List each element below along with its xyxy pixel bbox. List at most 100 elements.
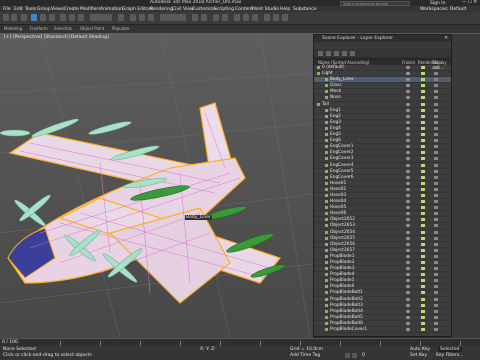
visibility-icon[interactable] bbox=[406, 193, 410, 197]
menu-graph-editors[interactable]: Graph Editors bbox=[122, 7, 153, 12]
visibility-icon[interactable] bbox=[406, 66, 410, 69]
freeze-icon[interactable] bbox=[434, 126, 438, 130]
curve-editor-icon[interactable] bbox=[234, 14, 240, 21]
renderable-icon[interactable] bbox=[421, 108, 425, 112]
freeze-icon[interactable] bbox=[434, 102, 438, 106]
visibility-icon[interactable] bbox=[406, 206, 410, 210]
freeze-icon[interactable] bbox=[434, 315, 438, 319]
visibility-icon[interactable] bbox=[406, 303, 410, 307]
visibility-icon[interactable] bbox=[406, 291, 410, 295]
window-controls[interactable]: — ☐ ✕ bbox=[462, 0, 477, 5]
visibility-icon[interactable] bbox=[406, 84, 410, 88]
freeze-icon[interactable] bbox=[434, 200, 438, 204]
visibility-icon[interactable] bbox=[406, 212, 410, 216]
ribbon-tab-freeform[interactable]: Freeform bbox=[30, 26, 48, 31]
freeze-icon[interactable] bbox=[434, 254, 438, 258]
visibility-icon[interactable] bbox=[406, 120, 410, 124]
next-frame-icon[interactable] bbox=[352, 353, 357, 358]
visibility-icon[interactable] bbox=[406, 218, 410, 222]
renderable-icon[interactable] bbox=[421, 151, 425, 155]
freeze-icon[interactable] bbox=[434, 139, 438, 143]
visibility-icon[interactable] bbox=[406, 309, 410, 313]
freeze-icon[interactable] bbox=[434, 181, 438, 185]
renderable-icon[interactable] bbox=[421, 181, 425, 185]
renderable-icon[interactable] bbox=[421, 291, 425, 295]
renderable-icon[interactable] bbox=[421, 248, 425, 252]
renderable-icon[interactable] bbox=[421, 328, 425, 332]
align-icon[interactable] bbox=[201, 14, 207, 21]
visibility-icon[interactable] bbox=[406, 145, 410, 149]
schematic-icon[interactable] bbox=[243, 14, 249, 21]
renderable-icon[interactable] bbox=[421, 236, 425, 240]
renderable-icon[interactable] bbox=[421, 145, 425, 149]
renderable-icon[interactable] bbox=[421, 90, 425, 94]
freeze-icon[interactable] bbox=[434, 224, 438, 228]
renderable-icon[interactable] bbox=[421, 78, 425, 82]
visibility-icon[interactable] bbox=[406, 175, 410, 179]
freeze-icon[interactable] bbox=[434, 193, 438, 197]
undo-icon[interactable] bbox=[3, 14, 9, 21]
visibility-icon[interactable] bbox=[406, 230, 410, 234]
move-icon[interactable] bbox=[60, 14, 66, 21]
frame-field[interactable]: 0 bbox=[362, 353, 365, 358]
freeze-icon[interactable] bbox=[434, 261, 438, 264]
visibility-icon[interactable] bbox=[406, 261, 410, 264]
set-key-button[interactable]: Set Key bbox=[410, 353, 427, 358]
pivot-icon[interactable] bbox=[118, 14, 124, 21]
redo-icon[interactable] bbox=[11, 14, 17, 21]
freeze-icon[interactable] bbox=[434, 291, 438, 295]
column-frozen[interactable]: Frozen bbox=[402, 60, 415, 65]
menu-tools[interactable]: Tools bbox=[25, 7, 36, 12]
freeze-icon[interactable] bbox=[434, 236, 438, 240]
menu-animation[interactable]: Animation bbox=[100, 7, 123, 12]
menu-group[interactable]: Group bbox=[37, 7, 51, 12]
renderable-icon[interactable] bbox=[421, 267, 425, 271]
freeze-icon[interactable] bbox=[434, 84, 438, 88]
menu-create[interactable]: Create bbox=[64, 7, 79, 12]
freeze-icon[interactable] bbox=[434, 72, 438, 76]
menu-modifiers[interactable]: Modifiers bbox=[80, 7, 101, 12]
freeze-icon[interactable] bbox=[434, 145, 438, 149]
visibility-icon[interactable] bbox=[406, 187, 410, 191]
renderable-icon[interactable] bbox=[421, 187, 425, 191]
viewport-label[interactable]: [+] [Perspective] [Standard] [Default Sh… bbox=[4, 35, 109, 40]
freeze-icon[interactable] bbox=[434, 96, 438, 100]
renderable-icon[interactable] bbox=[421, 133, 425, 137]
freeze-icon[interactable] bbox=[434, 108, 438, 112]
visibility-icon[interactable] bbox=[406, 267, 410, 271]
filter-icon[interactable] bbox=[318, 51, 323, 56]
renderable-icon[interactable] bbox=[421, 175, 425, 179]
add-layer-icon[interactable] bbox=[342, 51, 347, 56]
visibility-icon[interactable] bbox=[406, 163, 410, 167]
renderable-icon[interactable] bbox=[421, 261, 425, 264]
freeze-icon[interactable] bbox=[434, 206, 438, 210]
menu-views[interactable]: Views bbox=[51, 7, 64, 12]
freeze-icon[interactable] bbox=[434, 175, 438, 179]
scale-icon[interactable] bbox=[78, 14, 84, 21]
freeze-icon[interactable] bbox=[434, 151, 438, 155]
menu-edit[interactable]: Edit bbox=[14, 7, 23, 12]
layer-row[interactable]: PropBladeCover1 bbox=[314, 327, 451, 334]
renderable-icon[interactable] bbox=[421, 139, 425, 143]
visibility-icon[interactable] bbox=[406, 169, 410, 173]
renderable-icon[interactable] bbox=[421, 309, 425, 313]
reference-coord-dropdown[interactable] bbox=[90, 14, 112, 21]
key-filters-button[interactable]: Key Filters... bbox=[436, 353, 463, 358]
angle-snap-icon[interactable] bbox=[139, 14, 145, 21]
renderable-icon[interactable] bbox=[421, 163, 425, 167]
selected-dropdown[interactable]: Selected bbox=[438, 347, 462, 352]
visibility-icon[interactable] bbox=[406, 285, 410, 289]
time-slider-position[interactable]: 0 / 100 bbox=[2, 340, 18, 345]
visibility-icon[interactable] bbox=[406, 78, 410, 82]
snap-icon[interactable] bbox=[130, 14, 136, 21]
renderable-icon[interactable] bbox=[421, 279, 425, 283]
select-object-icon[interactable] bbox=[31, 14, 37, 21]
freeze-icon[interactable] bbox=[434, 120, 438, 124]
visibility-icon[interactable] bbox=[406, 157, 410, 161]
freeze-icon[interactable] bbox=[434, 169, 438, 173]
freeze-icon[interactable] bbox=[434, 279, 438, 283]
visibility-icon[interactable] bbox=[406, 224, 410, 228]
renderable-icon[interactable] bbox=[421, 230, 425, 234]
search-input[interactable]: Type a keyword or phrase bbox=[340, 0, 410, 6]
rotate-icon[interactable] bbox=[69, 14, 75, 21]
